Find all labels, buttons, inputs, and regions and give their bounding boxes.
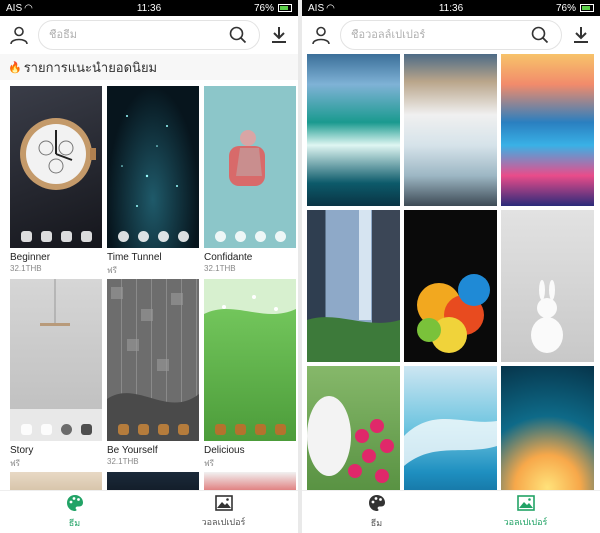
nav-themes[interactable]: ธีม — [0, 491, 149, 533]
theme-grid: Beginner 32.1THB Time Tunnel ฟรี Confida… — [0, 86, 298, 502]
nav-wallpapers[interactable]: วอลเปเปอร์ — [149, 491, 298, 533]
status-time: 11:36 — [438, 2, 464, 14]
wallpaper-waterfall-teal[interactable] — [307, 54, 400, 206]
theme-thumb-time-tunnel[interactable] — [107, 86, 199, 248]
status-bar: AIS ◠ 11:36 76% — [0, 0, 298, 16]
image-icon — [214, 495, 233, 513]
theme-card[interactable]: Confidante 32.1THB — [204, 86, 296, 279]
bottom-nav: ธีม วอลเปเปอร์ — [302, 490, 600, 533]
dock-icons — [210, 231, 290, 242]
wallpaper-waterfall-sunset[interactable] — [404, 54, 497, 206]
dock-icons — [16, 231, 96, 242]
image-icon — [516, 495, 535, 513]
dock-icons — [210, 424, 290, 435]
status-bar: AIS ◠ 11:36 76% — [302, 0, 600, 16]
wallpaper-neon-city[interactable] — [501, 54, 594, 206]
battery-icon — [580, 4, 594, 12]
theme-name: Confidante — [204, 252, 253, 263]
fire-icon: 🔥 — [8, 61, 22, 74]
theme-price: 32.1THB — [10, 264, 42, 273]
dock-icons — [113, 231, 193, 242]
user-icon[interactable] — [8, 24, 30, 46]
search-icon[interactable] — [227, 24, 249, 46]
top-bar — [302, 16, 600, 54]
theme-thumb-be-yourself[interactable] — [107, 279, 199, 441]
theme-card[interactable]: Time Tunnel ฟรี — [107, 86, 199, 279]
nav-wallpapers-label: วอลเปเปอร์ — [201, 517, 246, 527]
download-icon[interactable] — [268, 24, 290, 46]
wallpaper-color-powder[interactable] — [404, 210, 497, 362]
wallpaper-white-rabbit[interactable] — [501, 210, 594, 362]
wallpaper-grid — [307, 54, 596, 518]
dock-icons — [113, 424, 193, 435]
status-time: 11:36 — [136, 2, 162, 14]
wallpapers-screen: AIS ◠ 11:36 76% ชื่อวอลล์เปเปอร์ ธีม วอล… — [302, 0, 600, 533]
themes-screen: AIS◠ 11:36 76% 🔥รายการแนะนำยอดนิยม — [0, 0, 298, 533]
theme-price: 32.1THB — [107, 457, 139, 466]
download-icon[interactable] — [570, 24, 592, 46]
theme-thumb-story[interactable] — [10, 279, 102, 441]
theme-card[interactable]: Story ฟรี — [10, 279, 102, 472]
theme-card[interactable]: Delicious ฟรี — [204, 279, 296, 472]
search-icon[interactable] — [529, 24, 551, 46]
theme-thumb-confidante[interactable] — [204, 86, 296, 248]
theme-price: ฟรี — [107, 266, 117, 275]
theme-thumb-delicious[interactable] — [204, 279, 296, 441]
search-input[interactable] — [351, 29, 529, 41]
battery-icon — [278, 4, 292, 12]
top-bar — [0, 16, 298, 54]
theme-name: Time Tunnel — [107, 252, 162, 263]
palette-icon — [368, 494, 386, 514]
nav-wallpapers[interactable]: วอลเปเปอร์ — [451, 491, 600, 533]
theme-name: Be Yourself — [107, 445, 158, 456]
theme-price: ฟรี — [204, 459, 214, 468]
search-box[interactable] — [340, 20, 562, 50]
wallpaper-cliff-waterfall[interactable] — [307, 210, 400, 362]
theme-name: Delicious — [204, 445, 245, 456]
nav-themes-label: ธีม — [68, 518, 81, 528]
nav-themes[interactable]: ธีม — [302, 491, 451, 533]
section-title: 🔥 รายการแนะนำยอดนิยม — [0, 54, 298, 80]
nav-themes-label: ธีม — [370, 518, 383, 528]
theme-price: 32.1THB — [204, 264, 236, 273]
theme-price: ฟรี — [10, 459, 20, 468]
section-title-text: รายการแนะนำยอดนิยม — [23, 59, 158, 75]
theme-card[interactable]: Be Yourself 32.1THB — [107, 279, 199, 472]
search-input[interactable] — [49, 29, 227, 41]
nav-wallpapers-label: วอลเปเปอร์ — [503, 517, 548, 527]
theme-thumb-beginner[interactable] — [10, 86, 102, 248]
theme-name: Beginner — [10, 252, 51, 263]
dock-icons — [16, 424, 96, 435]
palette-icon — [66, 494, 84, 514]
theme-card[interactable]: Beginner 32.1THB — [10, 86, 102, 279]
theme-name: Story — [10, 445, 34, 456]
search-box[interactable] — [38, 20, 260, 50]
user-icon[interactable] — [310, 24, 332, 46]
bottom-nav: ธีม วอลเปเปอร์ — [0, 490, 298, 533]
